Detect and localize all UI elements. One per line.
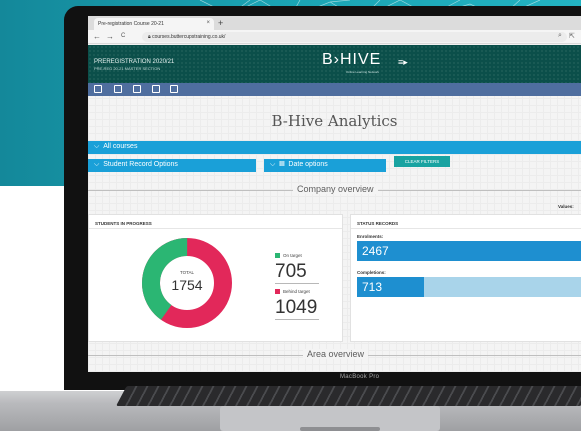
- address-bar[interactable]: 🔒︎ courses.buttercupstraining.co.uk/: [142, 32, 567, 42]
- enrolments-label: Enrolments:: [357, 234, 384, 239]
- close-tab-icon[interactable]: ×: [206, 20, 210, 26]
- lock-icon: 🔒︎: [148, 34, 151, 40]
- divider: [351, 228, 581, 229]
- zoom-icon[interactable]: ⌕: [558, 32, 562, 40]
- behind-target-label: Behind target: [283, 289, 310, 294]
- app-header: PREREGISTRATION 2020/21 PRE-REG 20-21 MA…: [88, 45, 581, 83]
- laptop-notch: [300, 427, 380, 431]
- dashboard-icon[interactable]: [94, 85, 102, 93]
- browser-tab-bar: Pre-registration Course 20-21 × +: [88, 16, 581, 30]
- tab-title: Pre-registration Course 20-21: [98, 21, 164, 27]
- on-target-label: On target: [283, 253, 302, 258]
- new-tab-button[interactable]: +: [218, 18, 223, 28]
- all-courses-label: All courses: [103, 143, 138, 150]
- status-records-card: STATUS RECORDS Enrolments: 2467 Completi…: [350, 214, 581, 342]
- laptop-keyboard: [116, 386, 581, 406]
- area-overview-heading: Area overview: [303, 349, 369, 359]
- calendar-icon: ▦: [279, 161, 285, 168]
- completions-label: Completions:: [357, 270, 386, 275]
- divider: [275, 283, 319, 284]
- share-icon[interactable]: ⇱: [569, 32, 575, 40]
- browser-toolbar: ← → C 🔒︎ courses.buttercupstraining.co.u…: [88, 30, 581, 44]
- reload-icon[interactable]: C: [121, 33, 125, 39]
- completions-value: 713: [362, 280, 383, 294]
- on-target-legend-swatch: [275, 253, 280, 258]
- logo-tagline: Online Learning Network: [346, 70, 380, 74]
- total-value: 1754: [171, 277, 203, 293]
- laptop-screen: Pre-registration Course 20-21 × + ← → C …: [88, 16, 581, 372]
- url-text: courses.buttercupstraining.co.uk/: [152, 34, 226, 40]
- total-label: TOTAL: [179, 270, 195, 275]
- date-options-label: Date options: [288, 161, 328, 168]
- courses-icon[interactable]: [114, 85, 122, 93]
- behind-target-value: 1049: [275, 297, 318, 318]
- enrolments-value: 2467: [362, 244, 389, 258]
- enrolments-bar: [357, 241, 581, 261]
- student-record-options-label: Student Record Options: [103, 161, 178, 168]
- date-options-dropdown[interactable]: ⌵ ▦ Date options: [264, 159, 386, 172]
- chevron-down-icon: ⌵: [270, 161, 276, 168]
- course-title: PREREGISTRATION 2020/21: [94, 59, 175, 65]
- bee-icon: ≡▸: [398, 57, 408, 67]
- chevron-down-icon: ⌵: [94, 143, 100, 150]
- students-in-progress-card: STUDENTS IN PROGRESS TOTAL 1754 On targe…: [88, 214, 343, 342]
- company-overview-heading: Company overview: [293, 184, 378, 194]
- card-title: STATUS RECORDS: [357, 221, 399, 226]
- behind-target-legend-swatch: [275, 289, 280, 294]
- records-icon[interactable]: [133, 85, 141, 93]
- course-subtitle: PRE-REG 20-21 MASTER SECTION: [94, 66, 161, 71]
- back-arrow-icon[interactable]: ←: [93, 32, 101, 41]
- page-title: B-Hive Analytics: [271, 112, 398, 130]
- student-record-options-dropdown[interactable]: ⌵ Student Record Options: [88, 159, 256, 172]
- chevron-down-icon: ⌵: [94, 161, 100, 168]
- clear-filters-button[interactable]: CLEAR FILTERS: [394, 156, 450, 167]
- calendar-icon[interactable]: [152, 85, 160, 93]
- divider: [89, 228, 342, 229]
- laptop-model-label: MacBook Pro: [340, 374, 380, 380]
- card-title: STUDENTS IN PROGRESS: [95, 221, 152, 226]
- browser-tab[interactable]: Pre-registration Course 20-21 ×: [94, 18, 214, 30]
- app-icon-bar: [88, 83, 581, 96]
- forward-arrow-icon[interactable]: →: [106, 32, 114, 41]
- on-target-value: 705: [275, 261, 307, 282]
- analytics-page: B-Hive Analytics ⌵ All courses ⌵ Student…: [88, 96, 581, 372]
- all-courses-accordion[interactable]: ⌵ All courses: [88, 141, 581, 154]
- bhive-logo[interactable]: B›HIVE: [322, 51, 381, 69]
- messages-icon[interactable]: [170, 85, 178, 93]
- values-label: Values:: [558, 204, 574, 209]
- divider: [275, 319, 319, 320]
